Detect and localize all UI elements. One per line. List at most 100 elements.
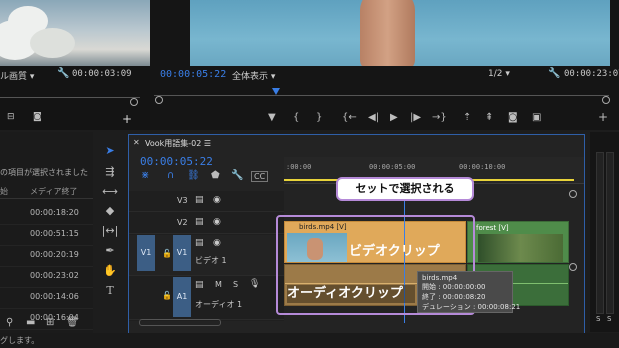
hand-tool-icon[interactable]: ✋ [101,264,119,280]
clip-tooltip: birds.mp4 開始 : 00:00:00:00 終了 : 00:00:08… [417,271,520,313]
add-icon[interactable]: + [598,110,608,124]
eye-icon[interactable]: ◉ [213,195,221,205]
program-video-frame [190,0,610,66]
sequence-tab[interactable]: Vook用語集-02 ☰ [145,138,211,149]
comparison-icon[interactable]: ▣ [532,112,541,123]
callout-set-selected: セットで選択される [336,177,474,201]
timeline-panel: ✕ Vook用語集-02 ☰ 00:00:05:22 ⋇ ∩ ⛓ ⬟ 🔧 CC … [128,134,585,335]
slip-tool-icon[interactable]: |↔| [101,224,119,240]
extract-icon[interactable]: ⇞ [485,112,493,123]
nest-icon[interactable]: ⋇ [141,170,149,181]
column-header-start[interactable]: 始 [0,186,8,197]
step-back-icon[interactable]: ◀| [368,112,379,123]
track-select-tool-icon[interactable]: ⇶ [101,165,119,181]
vertical-scroll-handle[interactable] [569,263,577,271]
trash-icon[interactable]: 🗑 [66,317,79,328]
wrench-icon[interactable]: 🔧 [548,68,560,79]
play-icon[interactable]: ▶ [390,112,398,123]
track-target-a1[interactable]: A1 [173,277,191,317]
track-target-v1[interactable]: V1 [173,235,191,271]
list-item[interactable]: 00:00:20:19 [0,245,93,267]
audio-meter-panel: S S [590,132,619,332]
lock-icon[interactable]: 🔓 [162,249,172,258]
program-quality-select[interactable]: 1/2 ▾ [488,69,510,79]
project-column-headers: 始 メディア終了 [0,184,93,199]
zoom-select[interactable]: 全体表示 ▾ [232,69,275,82]
timeline-timecode[interactable]: 00:00:05:22 [140,155,213,168]
step-forward-icon[interactable]: |▶ [410,112,421,123]
track-headers: V3 ▤ ◉ V2 ▤ ◉ V1 🔓 V1 ▤ ◉ ビデオ 1 A1 🔓 ▤ M… [129,191,284,321]
program-time-ruler[interactable] [154,87,609,96]
list-item[interactable]: 00:00:14:06 [0,287,93,309]
captions-icon[interactable]: CC [251,171,269,182]
source-monitor: ル画質 ▾ 🔧 00:00:03:09 + [0,0,150,130]
go-to-out-icon[interactable]: →} [432,112,447,123]
linked-selection-icon[interactable]: ⛓ [187,170,200,181]
track-a1: A1 🔓 ▤ M S 🎙 オーディオ 1 [129,277,284,320]
snap-icon[interactable]: ∩ [167,170,174,181]
eye-icon[interactable]: ◉ [213,217,221,227]
timeline-horizontal-scrollbar[interactable] [139,319,221,326]
mark-out-icon[interactable]: } [316,112,322,123]
source-time-ruler[interactable] [0,89,140,98]
selection-status: の項目が選択されました [0,168,88,177]
camera-icon[interactable]: ◙ [508,112,518,123]
solo-button[interactable]: S [233,280,238,289]
source-quality-select[interactable]: ル画質 ▾ [0,69,34,82]
list-item[interactable]: 00:00:18:20 [0,203,93,225]
lift-icon[interactable]: ⇡ [463,112,471,123]
list-item[interactable]: 00:00:51:15 [0,224,93,246]
sync-lock-icon: ▤ [195,280,204,290]
track-v3: V3 ▤ ◉ [129,191,284,212]
program-duration: 00:00:23:07 [564,69,619,79]
razor-tool-icon[interactable]: ◆ [101,204,119,220]
sync-lock-icon: ▤ [195,195,204,205]
program-scroll-left[interactable] [155,96,163,104]
vertical-scroll-handle[interactable] [569,190,577,198]
wrench-icon[interactable]: 🔧 [231,170,243,181]
playhead-marker[interactable] [272,88,280,95]
new-item-icon[interactable]: ⊞ [46,317,54,328]
marker-icon[interactable]: ⬟ [211,170,220,181]
sync-lock-icon: ▤ [195,217,204,227]
type-tool-icon[interactable]: T [101,284,119,300]
column-header-media-end[interactable]: メディア終了 [30,186,77,197]
meter-solo-left[interactable]: S [596,315,600,323]
bin-icon[interactable]: ▬ [26,317,35,328]
source-scroll-handle[interactable] [130,98,138,106]
callout-audio-clip: オーディオクリップ [287,285,415,303]
status-bar: グします。 [0,333,619,348]
program-timecode[interactable]: 00:00:05:22 [160,69,226,80]
program-monitor: 00:00:05:22 全体表示 ▾ 1/2 ▾ 🔧 00:00:23:07 ▼… [150,0,619,130]
project-panel: の項目が選択されました 始 メディア終了 00:00:18:20 00:00:5… [0,132,93,348]
microphone-icon[interactable]: 🎙 [249,279,260,289]
source-video-frame [0,0,150,66]
selection-tool-icon[interactable]: ➤ [101,144,119,160]
source-camera-icon[interactable]: ◙ [33,112,42,122]
sync-lock-icon: ▤ [195,238,204,248]
mark-in-icon[interactable]: { [293,112,299,123]
track-name-v1: ビデオ 1 [195,256,227,265]
pen-tool-icon[interactable]: ✒ [101,244,119,260]
marker-icon[interactable]: ▼ [268,112,276,123]
tools-panel: ➤ ⇶ ⟷ ◆ |↔| ✒ ✋ T [96,132,126,348]
mute-button[interactable]: M [215,280,222,289]
eye-icon[interactable]: ◉ [213,238,221,248]
search-icon[interactable]: ⚲ [6,317,13,328]
source-patch-v1[interactable]: V1 [137,235,155,271]
status-text: グします。 [0,336,40,345]
close-icon[interactable]: ✕ [133,138,140,147]
list-item[interactable]: 00:00:23:02 [0,266,93,288]
track-v1: V1 🔓 V1 ▤ ◉ ビデオ 1 [129,235,284,276]
lock-icon[interactable]: 🔓 [162,291,172,300]
forest-video-clip[interactable]: forest [V] [467,221,569,263]
wrench-icon[interactable]: 🔧 [57,68,69,79]
program-scroll-right[interactable] [602,96,610,104]
go-to-in-icon[interactable]: {← [342,112,357,123]
add-icon[interactable]: + [122,112,132,126]
source-timecode: 00:00:03:09 [72,69,132,79]
track-v2: V2 ▤ ◉ [129,213,284,234]
insert-icon[interactable]: ⊟ [7,112,15,122]
ripple-edit-tool-icon[interactable]: ⟷ [101,185,119,201]
meter-solo-right[interactable]: S [607,315,611,323]
